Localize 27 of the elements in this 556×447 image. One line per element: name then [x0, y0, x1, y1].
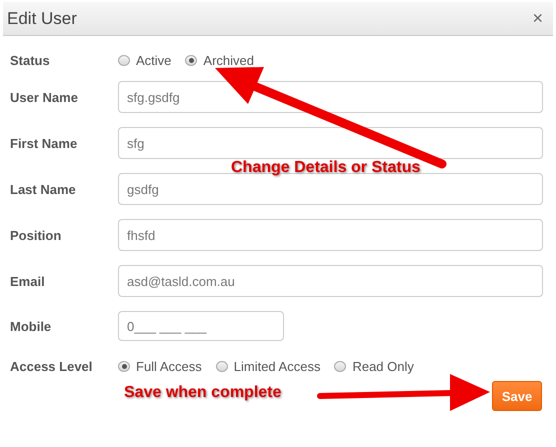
radio-option[interactable]: Read Only [334, 358, 414, 374]
radio-option[interactable]: Limited Access [216, 358, 320, 374]
annotation-text: Save when complete [124, 384, 282, 402]
field-label: Status [10, 52, 51, 68]
window-title: Edit User [7, 8, 77, 28]
radio-button[interactable] [216, 360, 228, 372]
field-label: First Name [10, 136, 78, 150]
field-label: Last Name [10, 182, 77, 196]
radio-button[interactable] [118, 360, 130, 372]
input-field[interactable]: 0___ ___ ___ [118, 311, 284, 341]
close-button[interactable]: × [530, 8, 545, 29]
radio-option[interactable]: Active [118, 52, 172, 68]
radio-option[interactable]: Full Access [118, 358, 202, 374]
field-label: Access Level [10, 358, 94, 374]
input-field[interactable]: sfg [118, 127, 543, 159]
field-label: Mobile [10, 318, 52, 334]
field-label: Position [10, 228, 62, 242]
input-field[interactable]: fhsfd [118, 219, 543, 251]
field-label: Email [10, 274, 46, 288]
radio-button[interactable] [334, 360, 346, 372]
input-field[interactable]: sfg.gsdfg [118, 81, 543, 113]
field-label: User Name [10, 90, 79, 104]
input-field[interactable]: asd@tasld.com.au [118, 265, 543, 297]
radio-option[interactable]: Archived [185, 52, 254, 68]
radio-button[interactable] [118, 54, 130, 66]
save-button[interactable]: Save [492, 381, 542, 411]
radio-button[interactable] [185, 54, 198, 66]
